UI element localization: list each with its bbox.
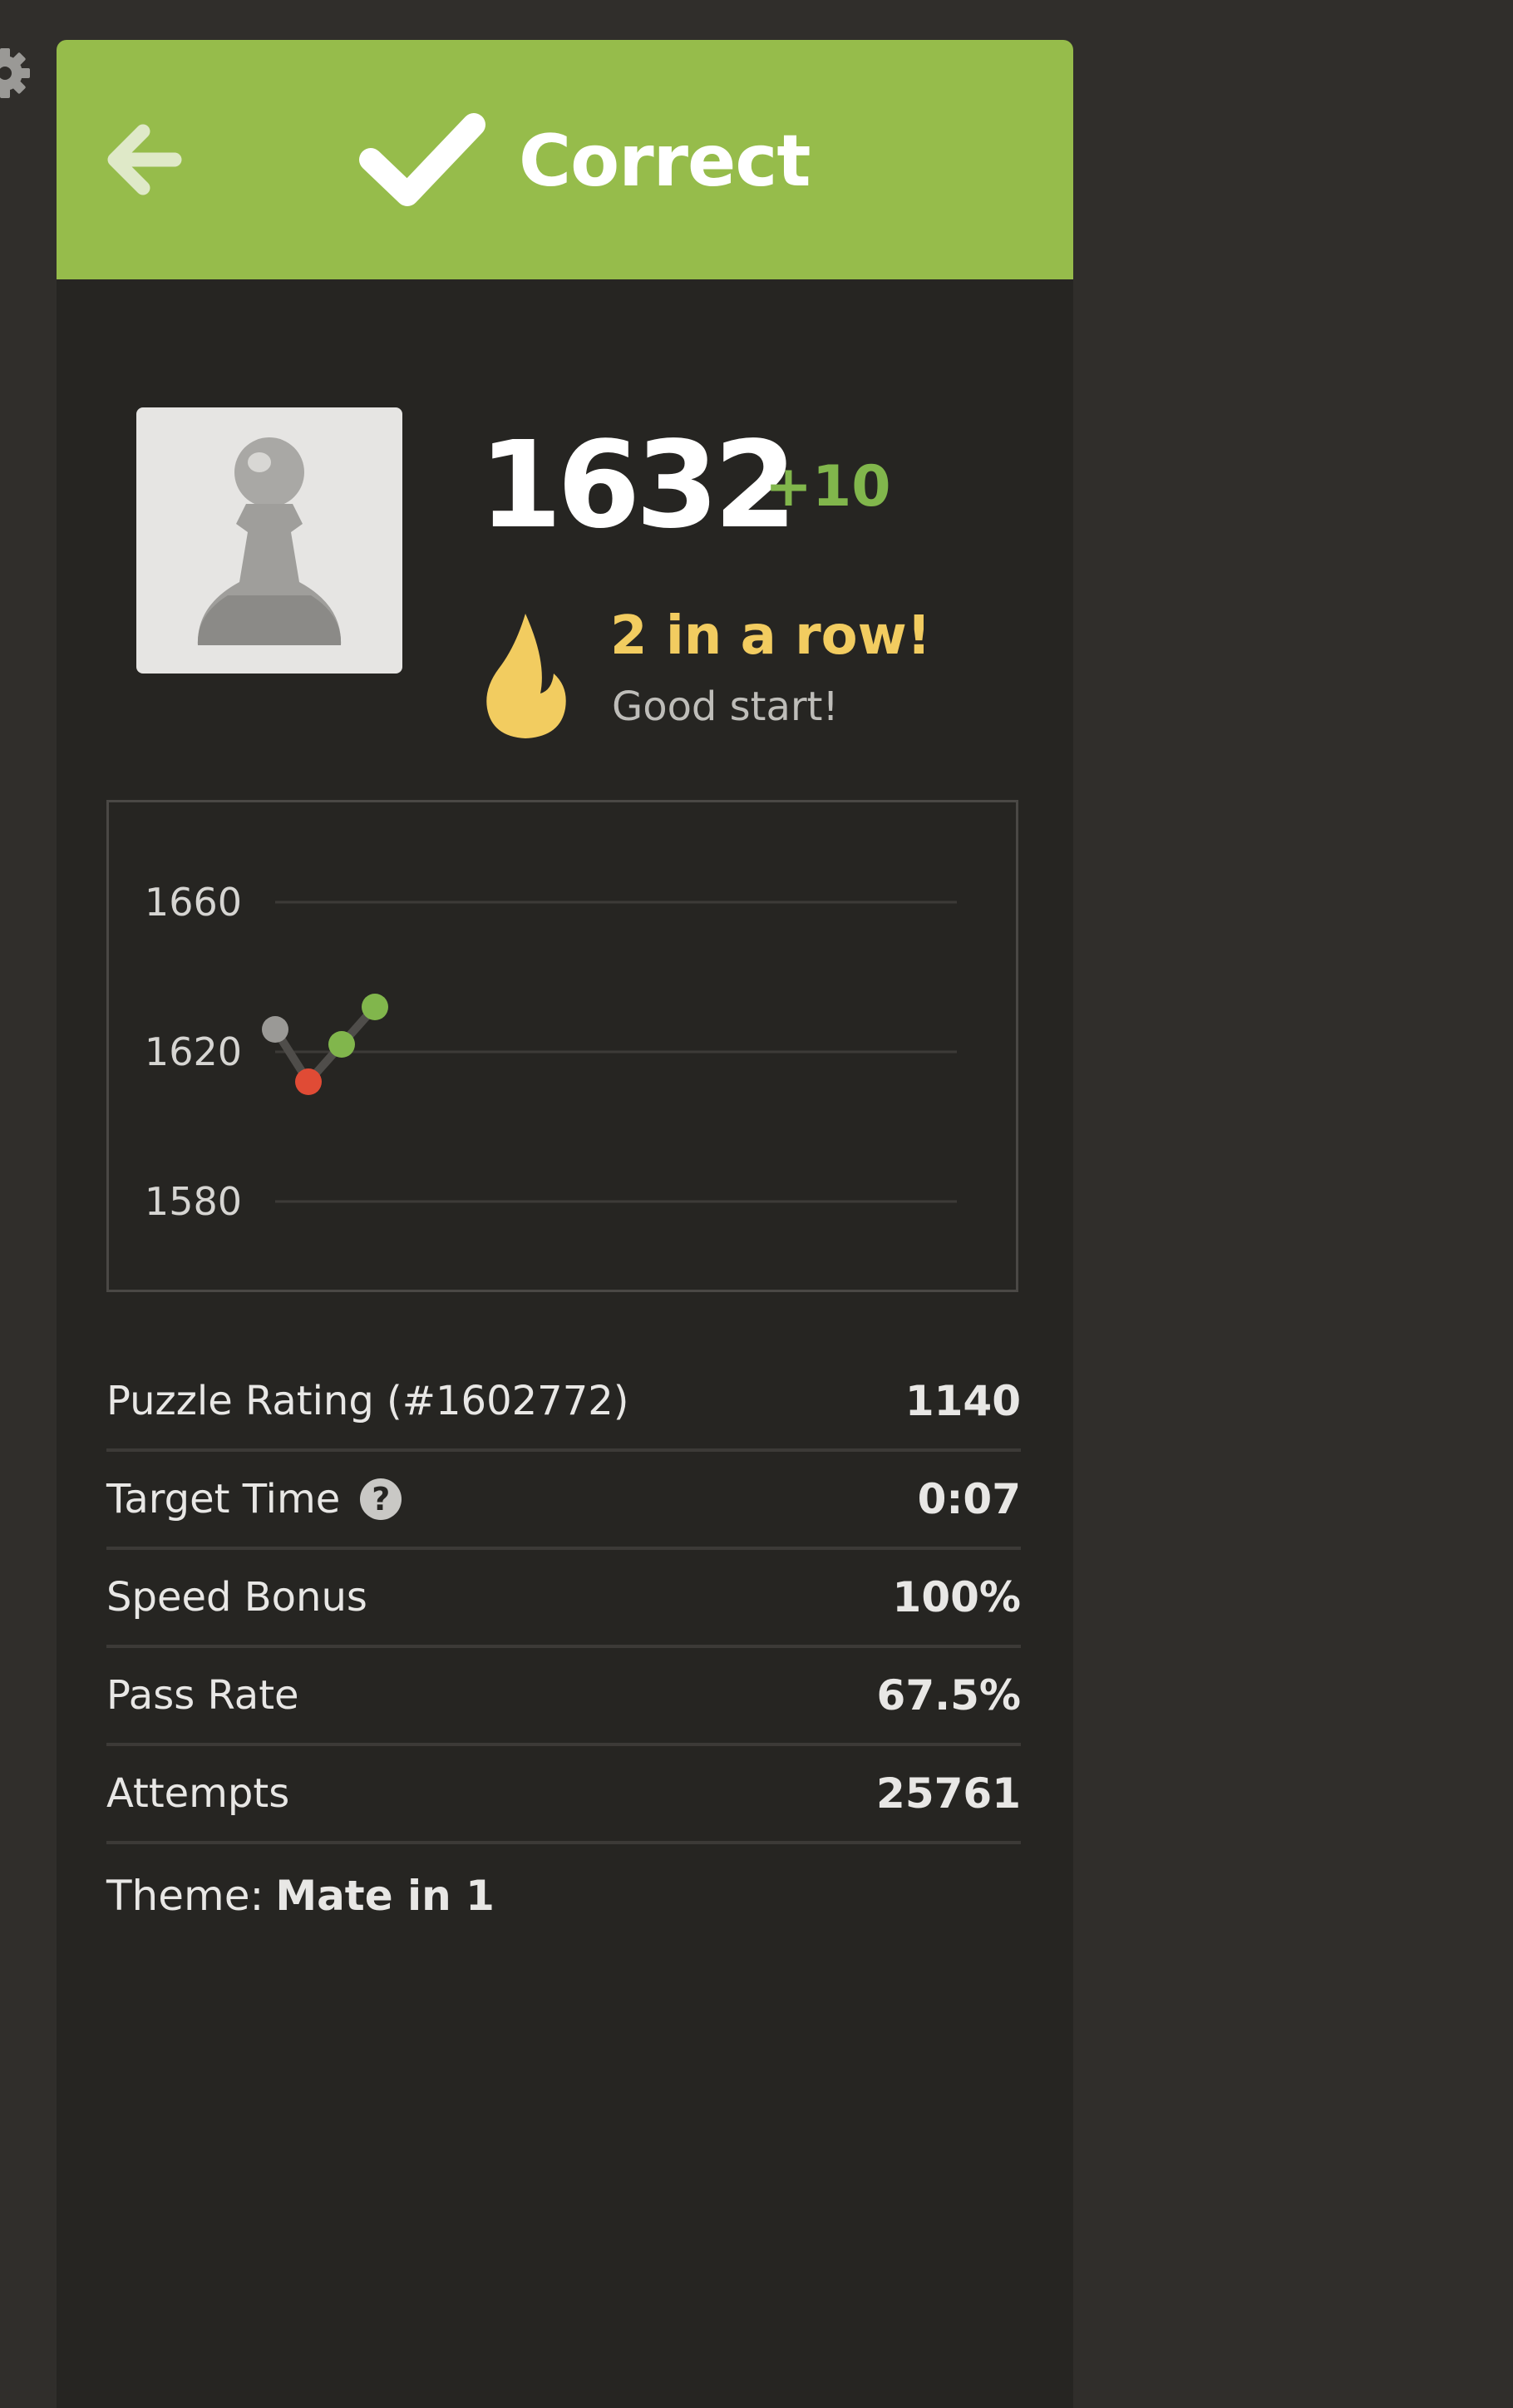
stat-row-puzzle-rating: Puzzle Rating (#1602772) 1140 — [106, 1354, 1021, 1452]
y-tick-label: 1660 — [145, 880, 242, 925]
theme-value[interactable]: Mate in 1 — [275, 1872, 495, 1920]
rating-line — [271, 1004, 378, 1086]
rating-chart-svg: 1660 1620 1580 — [145, 880, 957, 1224]
data-point[interactable] — [295, 1068, 322, 1095]
flame-icon — [486, 614, 566, 738]
user-rating: 1632 — [479, 415, 797, 555]
stat-value: 67.5% — [876, 1671, 1021, 1720]
stat-label: Target Time — [106, 1476, 341, 1522]
avatar — [136, 407, 402, 674]
stat-label: Puzzle Rating (#1602772) — [106, 1378, 629, 1424]
y-tick-label: 1580 — [145, 1179, 242, 1224]
gear-icon[interactable] — [0, 48, 30, 98]
stat-label: Pass Rate — [106, 1672, 299, 1719]
data-point[interactable] — [362, 994, 388, 1020]
data-point[interactable] — [262, 1016, 288, 1043]
stat-row-target-time: Target Time ? 0:07 — [106, 1452, 1021, 1550]
puzzle-result-panel: Correct 1632 +10 2 in a row! Good start!… — [57, 40, 1073, 2408]
result-title: Correct — [519, 120, 811, 203]
stat-label: Attempts — [106, 1770, 290, 1817]
y-tick-label: 1620 — [145, 1029, 242, 1074]
stat-value: 0:07 — [917, 1475, 1021, 1523]
streak-count: 2 in a row! — [610, 605, 931, 667]
theme-row: Theme: Mate in 1 — [106, 1844, 1021, 1947]
stat-value: 1140 — [904, 1377, 1021, 1425]
stat-row-attempts: Attempts 25761 — [106, 1746, 1021, 1844]
rating-change: +10 — [765, 454, 891, 520]
stat-label-wrap: Target Time ? — [106, 1476, 402, 1522]
data-point[interactable] — [328, 1031, 355, 1058]
theme-label: Theme: — [106, 1872, 264, 1920]
pawn-icon — [197, 437, 342, 645]
stat-label: Speed Bonus — [106, 1574, 367, 1621]
result-header: Correct — [57, 40, 1073, 279]
stat-row-speed-bonus: Speed Bonus 100% — [106, 1550, 1021, 1648]
stat-value: 100% — [892, 1573, 1021, 1621]
streak-message: Good start! — [612, 683, 839, 730]
checkmark-icon — [359, 113, 485, 206]
back-arrow-icon[interactable] — [103, 120, 186, 200]
stat-value: 25761 — [876, 1769, 1021, 1818]
rating-chart: 1660 1620 1580 — [106, 800, 1018, 1292]
puzzle-stats: Puzzle Rating (#1602772) 1140 Target Tim… — [106, 1354, 1021, 1947]
stat-row-pass-rate: Pass Rate 67.5% — [106, 1648, 1021, 1746]
question-icon[interactable]: ? — [360, 1478, 402, 1520]
